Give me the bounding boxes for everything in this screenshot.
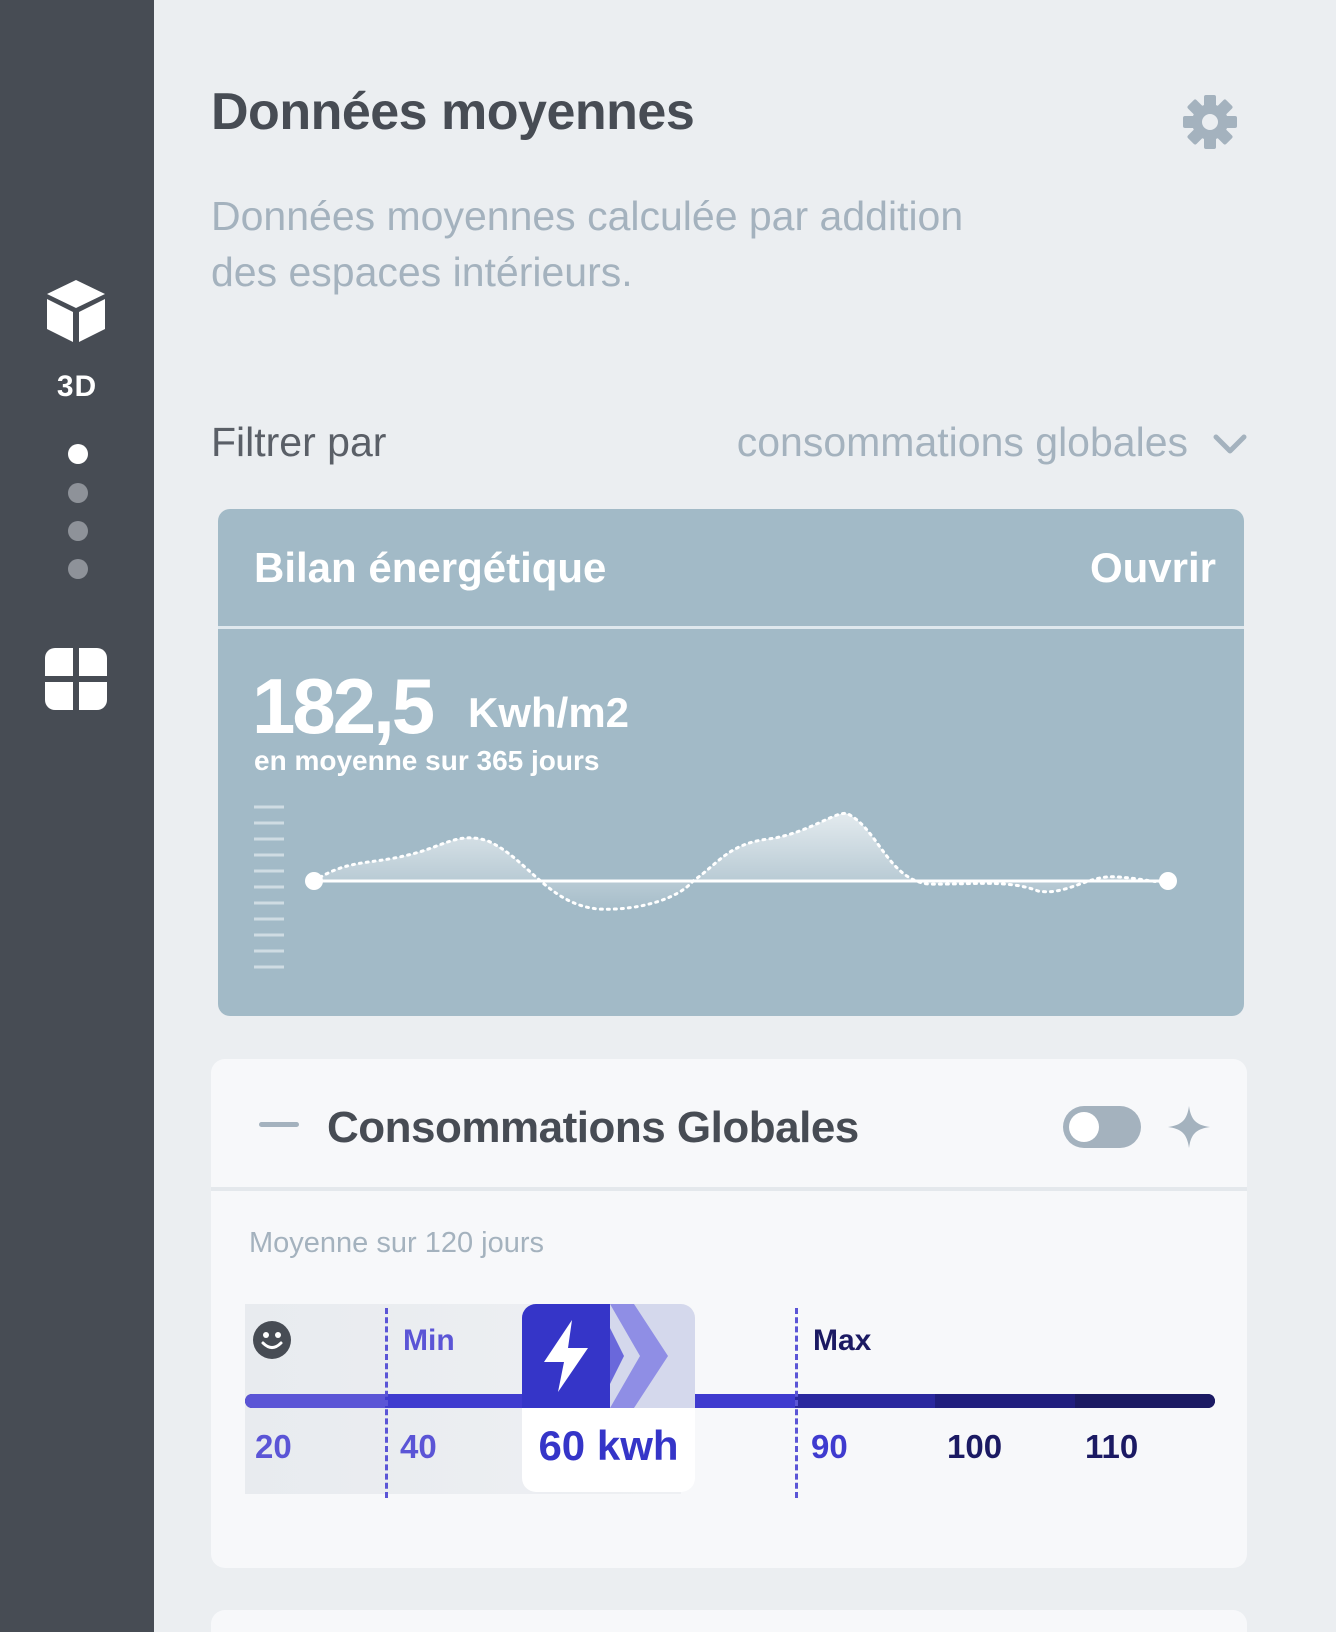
bilan-title: Bilan énergétique bbox=[254, 544, 607, 591]
gear-icon[interactable] bbox=[1183, 95, 1237, 149]
max-marker-line bbox=[795, 1308, 798, 1498]
bilan-caption: en moyenne sur 365 jours bbox=[254, 745, 600, 776]
bilan-header: Bilan énergétique Ouvrir bbox=[218, 509, 1244, 629]
sparkle-icon[interactable] bbox=[1166, 1104, 1212, 1150]
cube-icon[interactable] bbox=[45, 278, 107, 344]
grid-icon[interactable] bbox=[45, 648, 107, 710]
current-value-label: 60 kwh bbox=[538, 1422, 679, 1469]
page-title: Données moyennes bbox=[211, 83, 695, 141]
tick-label: 90 bbox=[811, 1428, 848, 1465]
gauge-segment-extreme bbox=[1075, 1394, 1215, 1408]
range-caption: Moyenne sur 120 jours bbox=[249, 1227, 544, 1259]
lightning-bolt-icon bbox=[544, 1320, 588, 1392]
baseline-start-dot bbox=[305, 872, 323, 890]
max-marker-label: Max bbox=[813, 1324, 872, 1357]
tick-label: 100 bbox=[947, 1428, 1003, 1465]
pagination-dot-1[interactable] bbox=[68, 444, 88, 464]
mode-label-3d: 3D bbox=[56, 370, 98, 403]
pagination-dot-2[interactable] bbox=[68, 483, 88, 503]
consumption-gauge: Min Max 20 40 90 100 110 60 kwh bbox=[245, 1304, 1215, 1554]
filter-dropdown[interactable]: consommations globales bbox=[680, 419, 1250, 471]
smiley-icon bbox=[253, 1321, 291, 1359]
baseline-end-dot bbox=[1159, 872, 1177, 890]
sidebar: 3D bbox=[0, 0, 154, 1632]
tick-label: 40 bbox=[400, 1428, 437, 1465]
chevron-right-icon bbox=[610, 1304, 668, 1408]
gauge-segment-high bbox=[795, 1394, 935, 1408]
next-card bbox=[211, 1610, 1247, 1632]
open-button[interactable]: Ouvrir bbox=[1090, 544, 1216, 592]
chevron-down-icon bbox=[1213, 434, 1247, 454]
gauge-segment-very-high bbox=[935, 1394, 1075, 1408]
toggle-knob bbox=[1069, 1112, 1099, 1142]
filter-label: Filtrer par bbox=[211, 419, 387, 465]
current-value-marker[interactable]: 60 kwh bbox=[522, 1304, 695, 1492]
scale-ticks bbox=[254, 805, 284, 969]
subtitle-line-2: des espaces intérieurs. bbox=[211, 249, 633, 295]
gauge-track bbox=[245, 1394, 1215, 1408]
bilan-value: 182,5 bbox=[252, 662, 435, 750]
filter-selected-value: consommations globales bbox=[736, 419, 1188, 465]
gauge-segment-low bbox=[245, 1394, 385, 1408]
pagination-dot-3[interactable] bbox=[68, 521, 88, 541]
tick-label: 110 bbox=[1085, 1428, 1139, 1465]
subtitle-line-1: Données moyennes calculée par addition bbox=[211, 193, 964, 239]
conso-toggle[interactable] bbox=[1063, 1106, 1141, 1148]
consommations-globales-card: Consommations Globales Moyenne sur 120 j… bbox=[211, 1059, 1247, 1568]
sparkline-area bbox=[314, 813, 1168, 910]
tick-label: 20 bbox=[255, 1428, 292, 1465]
energy-sparkline bbox=[254, 805, 1177, 969]
conso-header: Consommations Globales bbox=[211, 1059, 1247, 1191]
bilan-unit: Kwh/m2 bbox=[468, 689, 630, 736]
min-marker-label: Min bbox=[403, 1324, 455, 1357]
page-subtitle: Données moyennes calculée par addition d… bbox=[211, 188, 1091, 300]
min-marker-line bbox=[385, 1308, 388, 1498]
pagination-dot-4[interactable] bbox=[68, 559, 88, 579]
collapse-icon[interactable] bbox=[259, 1122, 299, 1127]
conso-title: Consommations Globales bbox=[327, 1103, 859, 1152]
bilan-energetique-card: Bilan énergétique Ouvrir 182,5 Kwh/m2 en… bbox=[218, 509, 1244, 1016]
